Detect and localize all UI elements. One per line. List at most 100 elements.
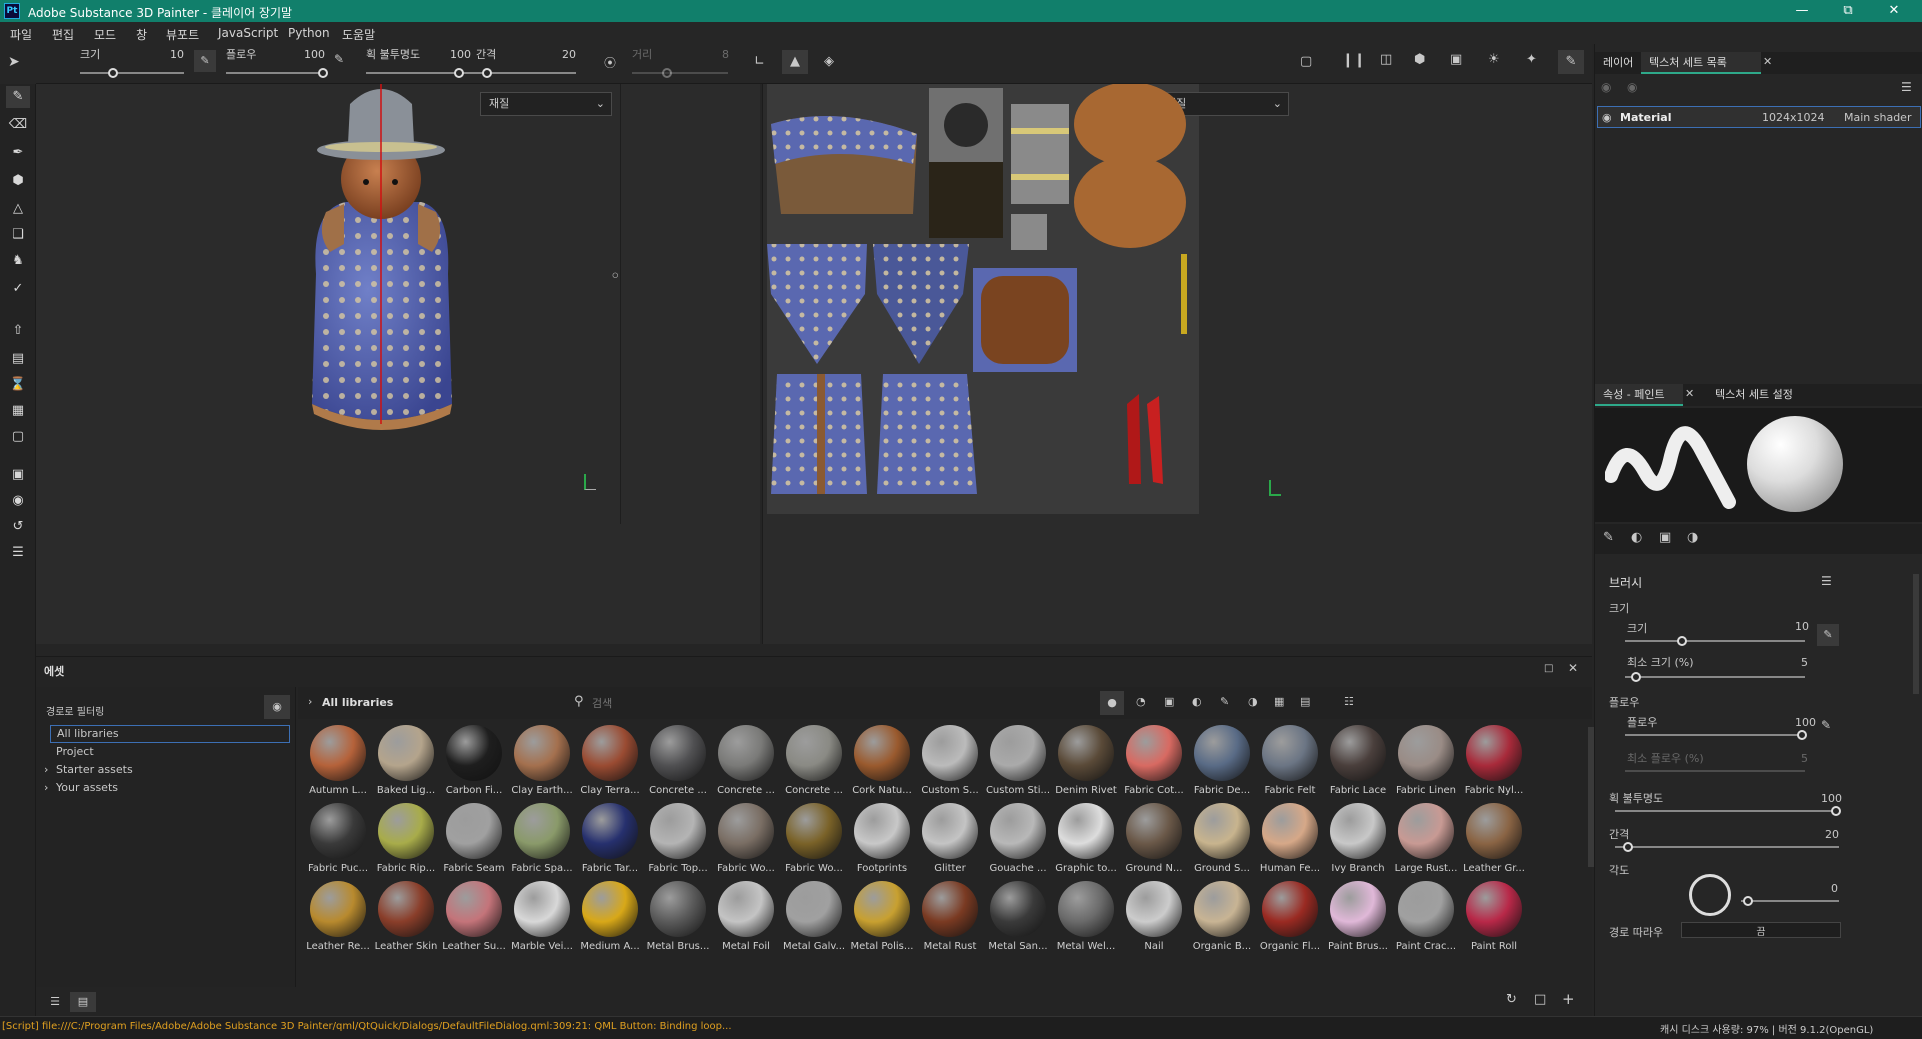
display-settings-icon[interactable]: ▣ xyxy=(6,464,30,486)
material-thumbnail[interactable]: Paint Roll xyxy=(1460,881,1526,959)
prop-angle-value[interactable]: 0 xyxy=(1831,882,1838,895)
prop-flow-value[interactable]: 100 xyxy=(1795,716,1816,729)
material-thumbnail[interactable]: Autumn L... xyxy=(304,725,370,803)
flow-slider-knob[interactable] xyxy=(318,68,328,78)
prop-flow-knob[interactable] xyxy=(1797,730,1807,740)
texture-set-row[interactable]: ◉ Material 1024x1024 Main shader xyxy=(1597,106,1921,128)
material-thumbnail[interactable]: Metal Foil xyxy=(712,881,778,959)
opacity-spacing-slider[interactable] xyxy=(366,72,576,74)
material-thumbnail[interactable]: Nail xyxy=(1120,881,1186,959)
add-icon[interactable]: + xyxy=(1562,990,1575,1008)
3d-view-icon[interactable]: ⬢ xyxy=(1414,52,1425,67)
filter-environments-icon[interactable]: ▤ xyxy=(1300,695,1310,708)
refresh-icon[interactable]: ↻ xyxy=(1506,992,1517,1007)
spacing-slider-knob[interactable] xyxy=(482,68,492,78)
picker-icon[interactable]: ✓ xyxy=(6,278,30,300)
prop-opacity-value[interactable]: 100 xyxy=(1821,792,1842,805)
symmetry-icon[interactable]: ▲ xyxy=(782,50,808,74)
minimize-icon[interactable]: — xyxy=(1782,2,1822,20)
list-view-icon[interactable]: ☰ xyxy=(44,992,66,1012)
material-thumbnail[interactable]: Medium A... xyxy=(576,881,642,959)
paint-mode-icon[interactable]: ✎ xyxy=(1558,50,1584,74)
brush-icon[interactable]: ✎ xyxy=(6,86,30,108)
lazy-mouse-icon[interactable]: ⦿ xyxy=(604,54,616,71)
material-thumbnail[interactable]: Large Rust... xyxy=(1392,803,1458,881)
material-thumbnail[interactable]: Metal Wel... xyxy=(1052,881,1118,959)
material-icon[interactable]: ◑ xyxy=(1687,530,1698,545)
close-icon[interactable]: ✕ xyxy=(1568,661,1578,675)
chevron-right-icon[interactable]: › xyxy=(44,781,48,794)
opacity-slider-knob[interactable] xyxy=(454,68,464,78)
follow-path-toggle[interactable]: 끔 xyxy=(1681,922,1841,938)
material-thumbnail[interactable]: Fabric Lace xyxy=(1324,725,1390,803)
filter-filters-icon[interactable]: ◐ xyxy=(1192,695,1202,708)
filter-materials-icon[interactable]: ● xyxy=(1100,691,1124,715)
restore-icon[interactable]: ⧉ xyxy=(1828,2,1868,20)
material-thumbnail[interactable]: Organic Fl... xyxy=(1256,881,1322,959)
breadcrumb[interactable]: All libraries xyxy=(322,696,393,709)
alpha-icon[interactable]: ◐ xyxy=(1631,530,1642,545)
material-thumbnail[interactable]: Fabric Felt xyxy=(1256,725,1322,803)
chevron-right-icon[interactable]: › xyxy=(44,763,48,776)
pointer-icon[interactable]: ➤ xyxy=(8,54,20,70)
material-thumbnail[interactable]: Metal Brus... xyxy=(644,881,710,959)
viewport-2d[interactable]: 재질 ⌄ xyxy=(762,84,1592,644)
prop-angle-slider[interactable] xyxy=(1741,900,1839,902)
material-thumbnail[interactable]: Concrete ... xyxy=(780,725,846,803)
material-thumbnail[interactable]: Human Fe... xyxy=(1256,803,1322,881)
material-thumbnail[interactable]: Glitter xyxy=(916,803,982,881)
material-thumbnail[interactable]: Clay Earth... xyxy=(508,725,574,803)
stencil-icon[interactable]: ▣ xyxy=(1659,530,1671,545)
tab-texture-set-settings[interactable]: 텍스처 세트 설정 xyxy=(1707,384,1801,406)
material-thumbnail[interactable]: Organic B... xyxy=(1188,881,1254,959)
tab-properties-paint[interactable]: 속성 - 페인트 xyxy=(1595,384,1683,406)
size-value[interactable]: 10 xyxy=(170,48,184,61)
viewport-3d[interactable]: 재질 ⌄ ◦ xyxy=(36,84,760,644)
search-input[interactable] xyxy=(592,693,872,713)
tree-project[interactable]: Project xyxy=(56,745,94,758)
opacity-value[interactable]: 100 xyxy=(450,48,471,61)
size-slider[interactable] xyxy=(80,72,184,74)
detail-view-icon[interactable]: ▤ xyxy=(70,992,96,1012)
material-thumbnail[interactable]: Baked Lig... xyxy=(372,725,438,803)
post-effects-icon[interactable]: ✦ xyxy=(1526,52,1537,67)
material-thumbnail[interactable]: Leather Su... xyxy=(440,881,506,959)
material-thumbnail[interactable]: Denim Rivet xyxy=(1052,725,1118,803)
prop-flow-slider[interactable] xyxy=(1625,734,1805,736)
min-size-slider[interactable] xyxy=(1625,676,1805,678)
material-thumbnail[interactable]: Leather Gr... xyxy=(1460,803,1526,881)
pause-icon[interactable]: ❙❙ xyxy=(1342,52,1365,68)
menu-window[interactable]: 창 xyxy=(136,26,147,43)
log-icon[interactable]: ☰ xyxy=(6,542,30,564)
material-thumbnail[interactable]: Ivy Branch xyxy=(1324,803,1390,881)
material-thumbnail[interactable]: Fabric Seam xyxy=(440,803,506,881)
material-thumbnail[interactable]: Leather Skin xyxy=(372,881,438,959)
assets-scrollbar[interactable] xyxy=(1588,727,1594,867)
material-thumbnail[interactable]: Carbon Fi... xyxy=(440,725,506,803)
pen-pressure-icon[interactable]: ✎ xyxy=(194,50,216,72)
material-thumbnail[interactable]: Metal Rust xyxy=(916,881,982,959)
float-panel-icon[interactable]: □ xyxy=(1544,663,1553,674)
hamburger-icon[interactable]: ☰ xyxy=(1821,574,1832,588)
flow-value[interactable]: 100 xyxy=(304,48,325,61)
material-thumbnail[interactable]: Custom Sti... xyxy=(984,725,1050,803)
menu-viewport[interactable]: 뷰포트 xyxy=(166,26,199,43)
menu-python[interactable]: Python xyxy=(288,26,330,40)
material-thumbnail[interactable]: Marble Vei... xyxy=(508,881,574,959)
menu-file[interactable]: 파일 xyxy=(10,26,32,43)
material-thumbnail[interactable]: Fabric De... xyxy=(1188,725,1254,803)
environment-icon[interactable]: ◉ xyxy=(6,490,30,512)
brush-icon[interactable]: ✎ xyxy=(1603,530,1614,545)
filter-masks-icon[interactable]: ▣ xyxy=(1164,695,1174,708)
size-slider-knob[interactable] xyxy=(108,68,118,78)
prop-size-slider[interactable] xyxy=(1625,640,1805,642)
tree-starter-assets[interactable]: Starter assets xyxy=(56,763,133,776)
symmetry-axis-icon[interactable]: ∟ xyxy=(754,54,765,69)
clone-icon[interactable]: ♞ xyxy=(6,250,30,272)
filter-hide-icon[interactable]: ◉ xyxy=(264,695,290,719)
material-thumbnail[interactable]: Concrete ... xyxy=(644,725,710,803)
material-thumbnail[interactable]: Custom S... xyxy=(916,725,982,803)
close-icon[interactable]: ✕ xyxy=(1874,2,1914,20)
viewport-3d-channel-dropdown[interactable]: 재질 ⌄ xyxy=(480,92,612,116)
material-thumbnail[interactable]: Fabric Wo... xyxy=(780,803,846,881)
